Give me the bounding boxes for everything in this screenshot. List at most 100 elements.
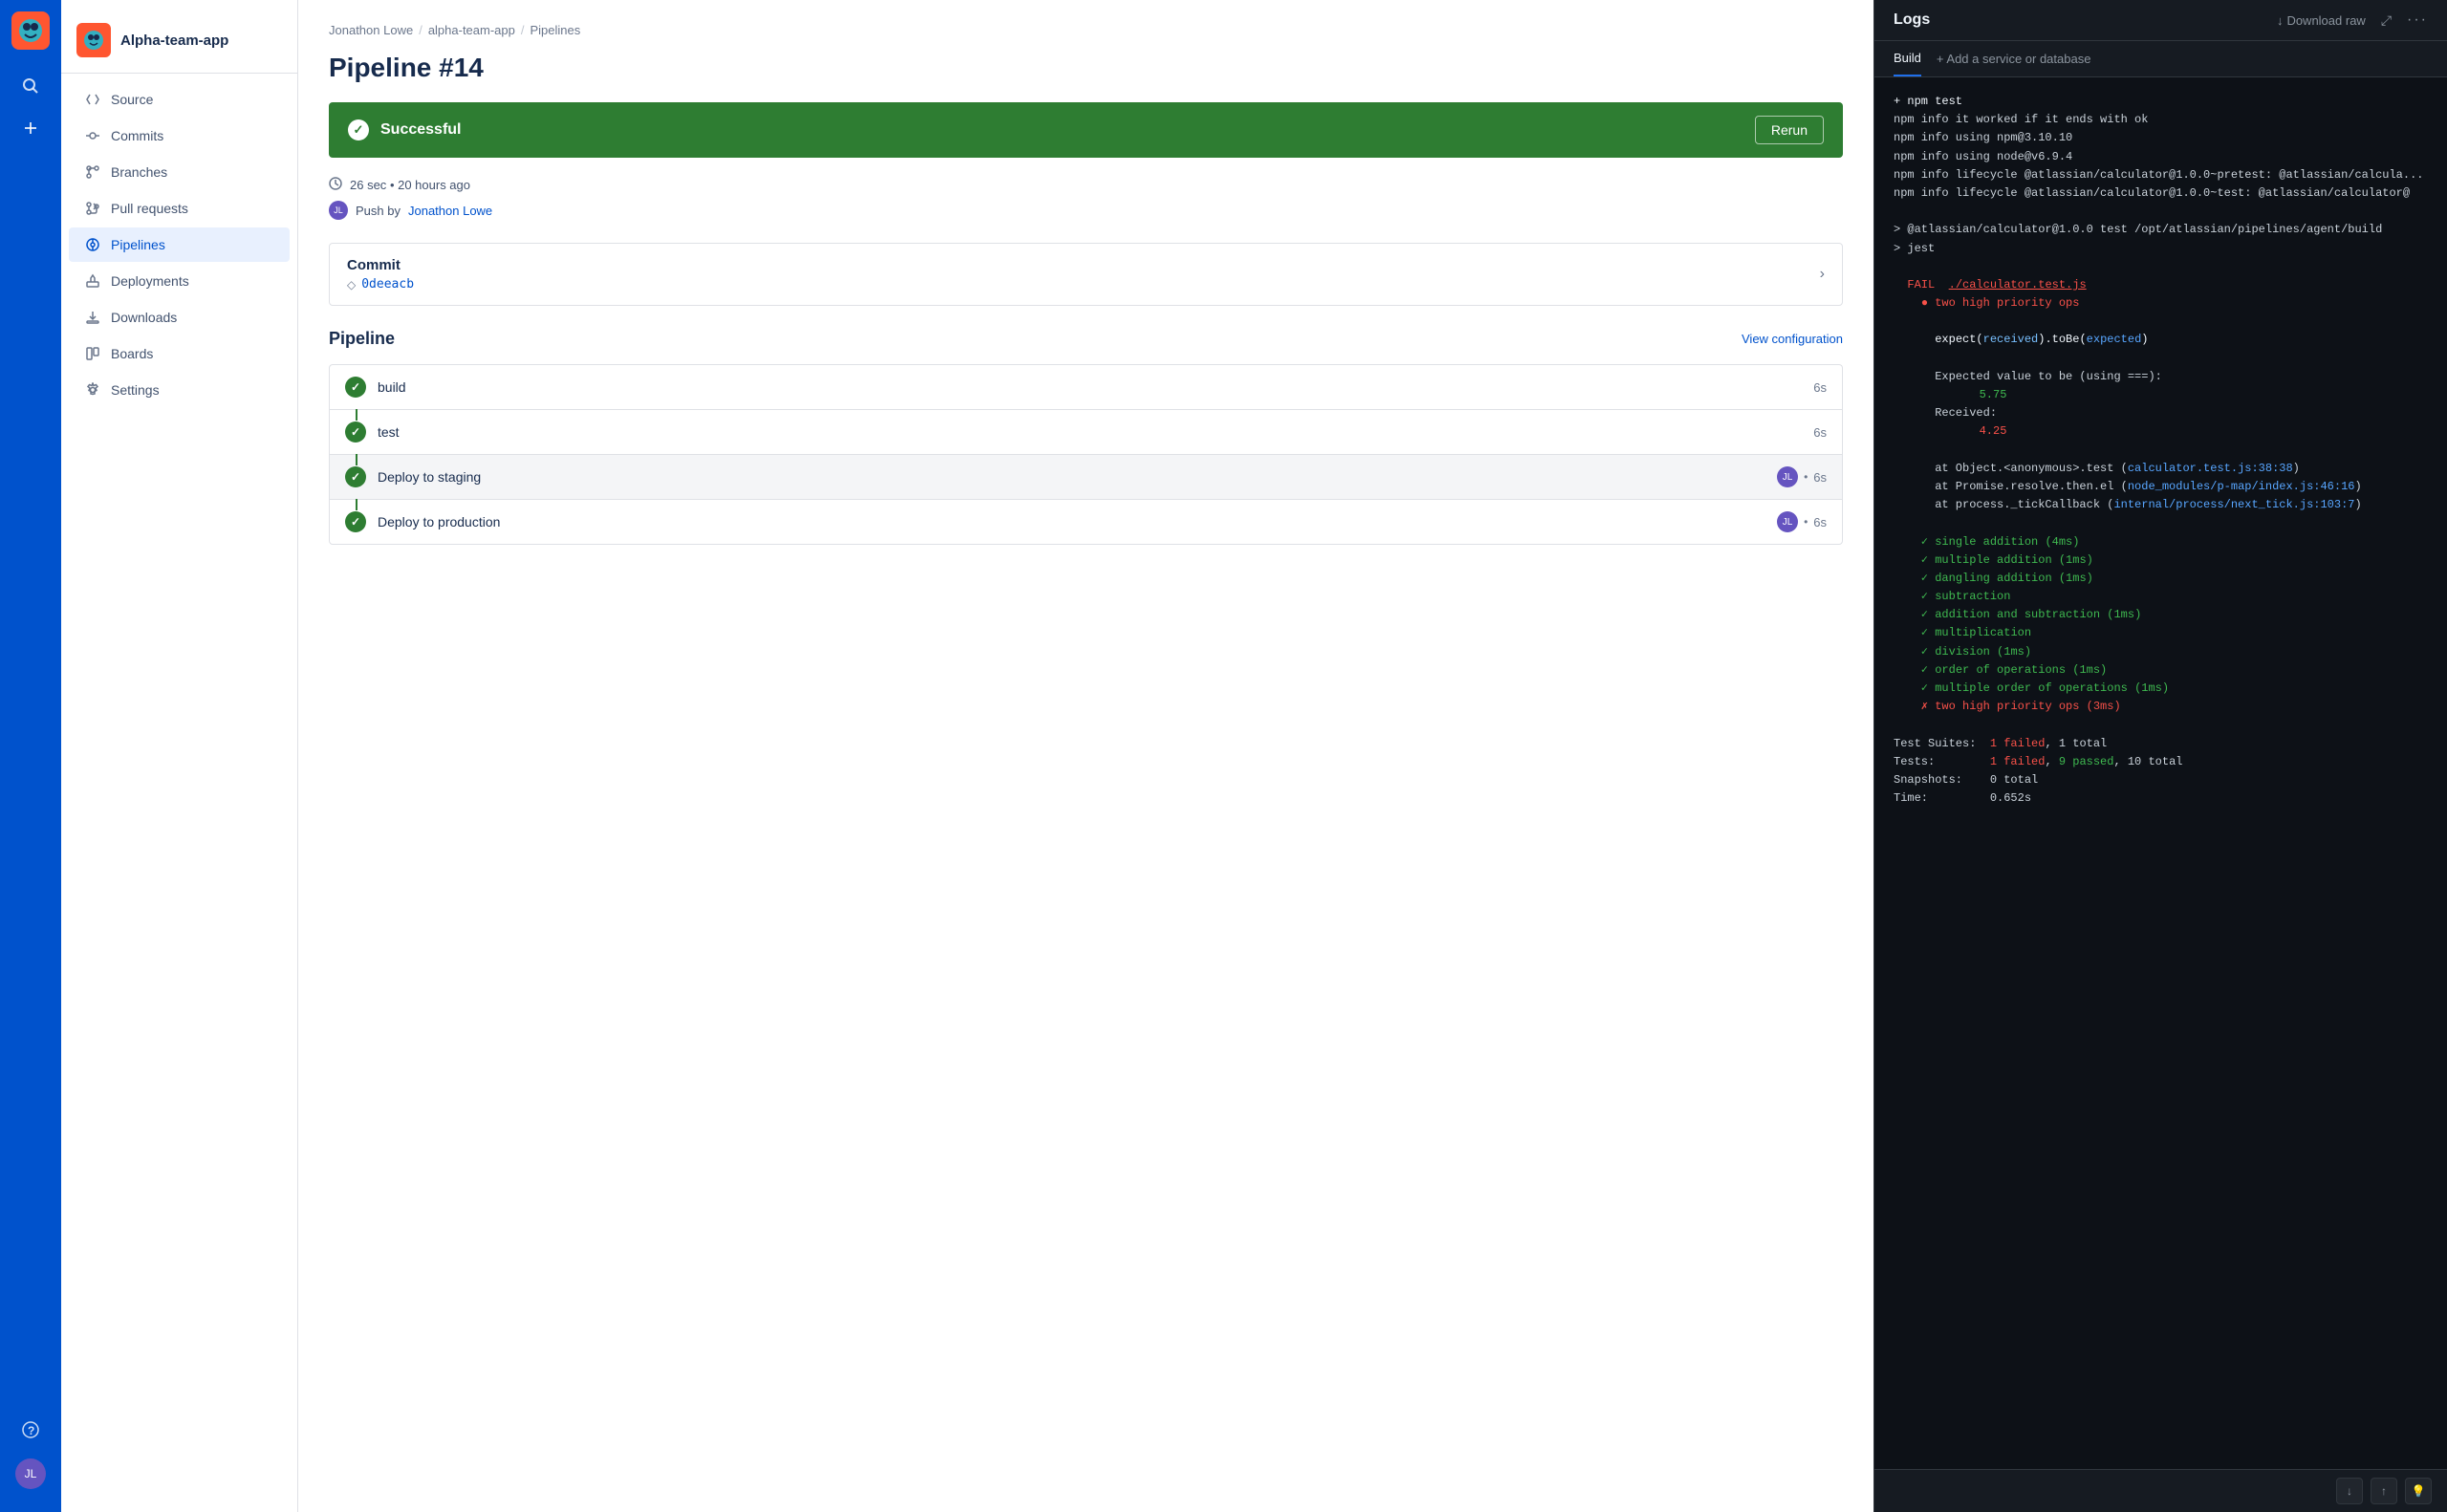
commit-card[interactable]: Commit ◇ 0deeacb › (329, 243, 1843, 306)
sidebar-label-downloads: Downloads (111, 310, 177, 325)
pipeline-section-header: Pipeline View configuration (329, 329, 1843, 349)
log-line: expect(received).toBe(expected) (1894, 331, 2428, 349)
search-icon-btn[interactable] (13, 69, 48, 103)
log-line: Received: (1894, 404, 2428, 422)
commit-diamond-icon: ◇ (347, 278, 356, 292)
author-avatar: JL (329, 201, 348, 220)
sidebar-item-downloads[interactable]: Downloads (69, 300, 290, 335)
log-line: > @atlassian/calculator@1.0.0 test /opt/… (1894, 221, 2428, 239)
sidebar-item-boards[interactable]: Boards (69, 336, 290, 371)
sidebar-item-deployments[interactable]: Deployments (69, 264, 290, 298)
step-time-build: 6s (1813, 380, 1827, 395)
rerun-button[interactable]: Rerun (1755, 116, 1824, 144)
download-raw-button[interactable]: ↓ Download raw (2277, 13, 2366, 28)
pipeline-step-test[interactable]: test 6s (329, 409, 1843, 454)
breadcrumb-user[interactable]: Jonathon Lowe (329, 23, 413, 37)
step-check-icon-production (345, 511, 366, 532)
step-avatar-production: JL (1777, 511, 1798, 532)
log-line (1894, 716, 2428, 734)
add-icon-btn[interactable] (13, 111, 48, 145)
log-line: ✓ single addition (4ms) (1894, 533, 2428, 551)
log-line: Test Suites: 1 failed, 1 total (1894, 735, 2428, 753)
step-connector-build (356, 409, 357, 421)
log-line (1894, 258, 2428, 276)
log-line: npm info using npm@3.10.10 (1894, 129, 2428, 147)
sidebar-label-pull-requests: Pull requests (111, 201, 188, 216)
breadcrumb-pipelines[interactable]: Pipelines (531, 23, 581, 37)
step-avatar-staging: JL (1777, 466, 1798, 487)
log-line: npm info it worked if it ends with ok (1894, 111, 2428, 129)
log-line: 5.75 (1894, 386, 2428, 404)
pipeline-step-production[interactable]: Deploy to production JL • 6s (329, 499, 1843, 545)
sidebar-item-commits[interactable]: Commits (69, 119, 290, 153)
meta-duration-row: 26 sec • 20 hours ago (329, 177, 1843, 193)
step-name-staging: Deploy to staging (378, 469, 1765, 485)
log-line: + npm test (1894, 93, 2428, 111)
scroll-down-button[interactable]: ↓ (2336, 1478, 2363, 1504)
log-line: npm info lifecycle @atlassian/calculator… (1894, 184, 2428, 203)
sidebar-label-pipelines: Pipelines (111, 237, 165, 252)
icon-bar: ? JL (0, 0, 61, 1512)
page-title: Pipeline #14 (329, 53, 1843, 83)
more-options-button[interactable]: ··· (2407, 11, 2428, 29)
pipeline-step-staging[interactable]: Deploy to staging JL • 6s (329, 454, 1843, 499)
tab-build[interactable]: Build (1894, 41, 1921, 76)
log-line: ✓ addition and subtraction (1ms) (1894, 606, 2428, 624)
commit-label: Commit (347, 257, 414, 273)
status-check-icon (348, 119, 369, 140)
log-line (1894, 313, 2428, 331)
log-line: ✓ multiple order of operations (1ms) (1894, 680, 2428, 698)
log-line: Expected value to be (using ===): (1894, 368, 2428, 386)
step-name-build: build (378, 379, 1802, 395)
sidebar-item-pull-requests[interactable]: Pull requests (69, 191, 290, 226)
sidebar-item-pipelines[interactable]: Pipelines (69, 227, 290, 262)
log-line: > jest (1894, 240, 2428, 258)
log-line: at process._tickCallback (internal/proce… (1894, 496, 2428, 514)
commit-info: Commit ◇ 0deeacb (347, 257, 414, 292)
clock-icon (329, 177, 342, 193)
sidebar-app-icon (76, 23, 111, 57)
log-line: npm info using node@v6.9.4 (1894, 148, 2428, 166)
log-line: npm info lifecycle @atlassian/calculator… (1894, 166, 2428, 184)
app-icon[interactable] (11, 11, 50, 50)
view-config-link[interactable]: View configuration (1742, 332, 1843, 346)
log-line (1894, 442, 2428, 460)
logs-content[interactable]: + npm test npm info it worked if it ends… (1874, 77, 2447, 1469)
breadcrumb-repo[interactable]: alpha-team-app (428, 23, 515, 37)
status-label: Successful (380, 121, 461, 139)
sidebar: Alpha-team-app Source Commits (61, 0, 298, 1512)
meta-author-link[interactable]: Jonathon Lowe (408, 204, 492, 218)
download-icon: ↓ (2277, 13, 2284, 28)
log-line (1894, 203, 2428, 221)
step-check-icon-staging (345, 466, 366, 487)
sidebar-app-name: Alpha-team-app (120, 32, 228, 49)
sidebar-label-boards: Boards (111, 346, 153, 361)
pipeline-step-build[interactable]: build 6s (329, 364, 1843, 409)
svg-text:?: ? (28, 1424, 34, 1437)
sidebar-label-source: Source (111, 92, 153, 107)
lightbulb-button[interactable]: 💡 (2405, 1478, 2432, 1504)
source-icon (84, 91, 101, 108)
status-left: Successful (348, 119, 461, 140)
pipelines-icon (84, 236, 101, 253)
branches-icon (84, 163, 101, 181)
boards-icon (84, 345, 101, 362)
add-service-label[interactable]: + Add a service or database (1937, 42, 2091, 76)
help-icon-btn[interactable]: ? (13, 1413, 48, 1447)
log-line (1894, 350, 2428, 368)
sidebar-item-settings[interactable]: Settings (69, 373, 290, 407)
scroll-up-button[interactable]: ↑ (2371, 1478, 2397, 1504)
logs-footer: ↓ ↑ 💡 (1874, 1469, 2447, 1512)
expand-button[interactable]: ⤢ (2381, 12, 2392, 29)
commit-hash-link[interactable]: 0deeacb (361, 277, 414, 292)
logs-tabs: Build + Add a service or database (1874, 41, 2447, 77)
meta-duration: 26 sec • 20 hours ago (350, 178, 470, 192)
sidebar-item-branches[interactable]: Branches (69, 155, 290, 189)
log-line: Tests: 1 failed, 9 passed, 10 total (1894, 753, 2428, 771)
step-check-icon-build (345, 377, 366, 398)
step-check-icon-test (345, 421, 366, 443)
user-avatar[interactable]: JL (15, 1458, 46, 1489)
log-line: Snapshots: 0 total (1894, 771, 2428, 789)
sidebar-item-source[interactable]: Source (69, 82, 290, 117)
status-bar: Successful Rerun (329, 102, 1843, 158)
